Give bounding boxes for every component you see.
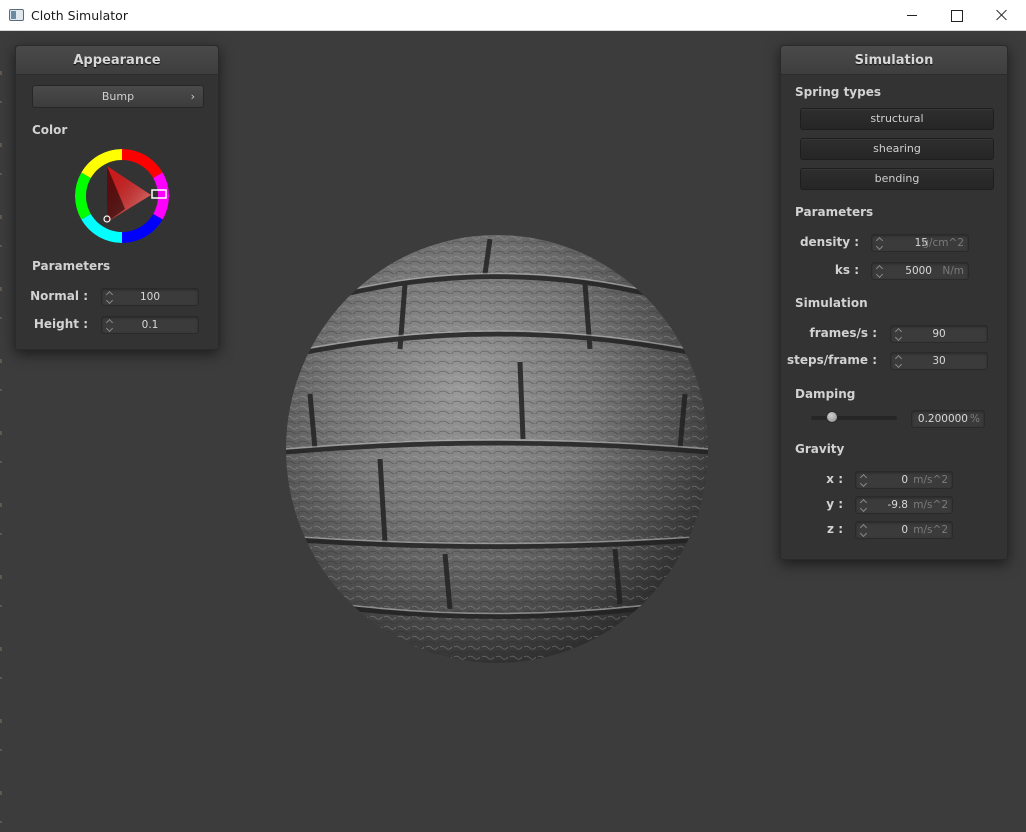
ks-unit: N/m [942, 265, 964, 277]
cloth-sphere [285, 234, 709, 664]
gravity-y-value: -9.8 [887, 499, 909, 511]
gravity-x-value: 0 [901, 474, 908, 486]
gravity-z-value: 0 [901, 524, 908, 536]
minimize-button[interactable] [889, 0, 935, 31]
color-section-label: Color [32, 123, 68, 137]
steps-label: steps/frame : [787, 353, 877, 367]
frames-label: frames/s : [809, 326, 877, 340]
appearance-panel-title: Appearance [16, 46, 218, 75]
sphere-graphic [286, 235, 708, 663]
spinner-icon[interactable] [860, 473, 868, 487]
gravity-z-label: z : [827, 522, 843, 536]
gravity-label: Gravity [795, 442, 845, 456]
appearance-panel: Appearance Bump › Color Parameters Norma… [15, 45, 219, 350]
structural-toggle[interactable]: structural [800, 108, 994, 130]
simulation-panel: Simulation Spring types structural shear… [780, 45, 1008, 560]
shearing-toggle[interactable]: shearing [800, 138, 994, 160]
sim-parameters-label: Parameters [795, 205, 874, 219]
app-icon [9, 9, 24, 21]
bending-toggle[interactable]: bending [800, 168, 994, 190]
spinner-icon[interactable] [876, 264, 884, 278]
normal-label: Normal : [30, 289, 88, 303]
simulation-panel-title: Simulation [781, 46, 1007, 75]
gravity-z-unit: m/s^2 [913, 524, 948, 536]
gravity-z-input[interactable]: 0 m/s^2 [855, 521, 953, 539]
spring-types-label: Spring types [795, 85, 882, 99]
gravity-x-label: x : [826, 472, 843, 486]
normal-input[interactable]: 100 [101, 288, 199, 306]
damping-unit: % [970, 413, 980, 425]
frames-input[interactable]: 90 [890, 325, 988, 343]
damping-slider-handle[interactable] [825, 411, 838, 423]
shader-dropdown[interactable]: Bump › [32, 85, 204, 108]
ks-value: 5000 [905, 265, 932, 277]
gravity-x-unit: m/s^2 [913, 474, 948, 486]
density-input[interactable]: 15 g/cm^2 [871, 234, 969, 252]
steps-value: 30 [932, 355, 946, 367]
normal-value: 100 [139, 291, 161, 303]
damping-input[interactable]: 0.200000 % [911, 410, 985, 428]
gravity-x-input[interactable]: 0 m/s^2 [855, 471, 953, 489]
gravity-y-unit: m/s^2 [913, 499, 948, 511]
height-input[interactable]: 0.1 [101, 316, 199, 334]
viewport-edge-marks [0, 31, 2, 832]
spinner-icon[interactable] [860, 523, 868, 537]
damping-slider-track[interactable] [811, 416, 897, 420]
height-value: 0.1 [141, 319, 159, 331]
title-bar: Cloth Simulator [0, 0, 1026, 31]
close-button[interactable] [979, 0, 1025, 31]
damping-value: 0.200000 [917, 413, 968, 425]
spinner-icon[interactable] [860, 498, 868, 512]
appearance-parameters-label: Parameters [32, 259, 111, 273]
color-wheel[interactable] [75, 149, 169, 243]
ks-input[interactable]: 5000 N/m [871, 262, 969, 280]
window-title: Cloth Simulator [31, 8, 128, 23]
ks-label: ks : [834, 263, 859, 277]
spinner-icon[interactable] [876, 236, 884, 250]
simulation-section-label: Simulation [795, 296, 868, 310]
shader-dropdown-value: Bump [101, 90, 135, 103]
maximize-button[interactable] [933, 0, 979, 31]
gravity-y-label: y : [826, 497, 843, 511]
damping-label: Damping [795, 387, 856, 401]
gravity-y-input[interactable]: -9.8 m/s^2 [855, 496, 953, 514]
frames-value: 90 [932, 328, 946, 340]
density-unit: g/cm^2 [922, 237, 964, 249]
height-label: Height : [33, 317, 88, 331]
density-label: density : [799, 235, 859, 249]
steps-input[interactable]: 30 [890, 352, 988, 370]
chevron-right-icon: › [190, 90, 195, 103]
